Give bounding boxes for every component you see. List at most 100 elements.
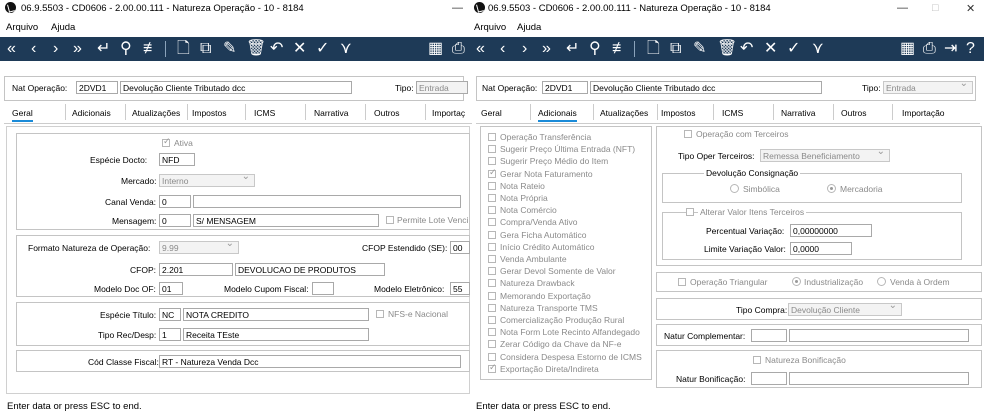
filter-icon[interactable]: ≢ bbox=[143, 38, 159, 60]
enter-icon[interactable]: ↵ bbox=[566, 38, 579, 60]
tab-importacao[interactable]: Importaç bbox=[432, 108, 465, 118]
confirm-all-icon[interactable]: ⋎ bbox=[340, 38, 352, 60]
minimize-button[interactable]: — bbox=[897, 2, 908, 14]
adicionais-checkbox-10[interactable] bbox=[488, 255, 496, 263]
tab-outros[interactable]: Outros bbox=[374, 108, 400, 118]
alterar-valor-checkbox[interactable] bbox=[686, 208, 694, 216]
tab-atualizacoes[interactable]: Atualizações bbox=[132, 108, 180, 118]
cfop-field[interactable]: 2.201 bbox=[159, 263, 233, 276]
natur-bonificacao-code-field[interactable] bbox=[751, 372, 787, 385]
undo-icon[interactable]: ↶ bbox=[270, 38, 283, 60]
menu-ajuda[interactable]: Ajuda bbox=[517, 22, 541, 33]
calculator-icon[interactable]: ▦ bbox=[428, 38, 443, 60]
tab-narrativa[interactable]: Narrativa bbox=[314, 108, 348, 118]
new-icon[interactable]: 🗋 bbox=[647, 38, 660, 60]
natur-complementar-desc-field[interactable] bbox=[789, 329, 969, 342]
mensagem-desc-field[interactable]: S/ MENSAGEM bbox=[193, 214, 379, 227]
first-icon[interactable]: « bbox=[476, 38, 485, 60]
enter-icon[interactable]: ↵ bbox=[97, 38, 110, 60]
adicionais-checkbox-19[interactable] bbox=[488, 362, 497, 373]
prev-icon[interactable]: ‹ bbox=[500, 38, 505, 60]
search-icon[interactable]: ⚲ bbox=[120, 38, 132, 60]
adicionais-checkbox-1[interactable] bbox=[488, 145, 496, 153]
cfop-desc-field[interactable]: DEVOLUCAO DE PRODUTOS bbox=[235, 263, 385, 276]
adicionais-checkbox-5[interactable] bbox=[488, 194, 496, 202]
mensagem-code-field[interactable]: 0 bbox=[159, 214, 191, 227]
venda-ordem-radio[interactable] bbox=[877, 277, 886, 286]
mercado-select[interactable]: Interno bbox=[159, 172, 255, 187]
menu-arquivo[interactable]: Arquivo bbox=[6, 22, 38, 33]
copy-icon[interactable]: ⧉ bbox=[200, 38, 211, 60]
first-icon[interactable]: « bbox=[7, 38, 16, 60]
ativa-checkbox[interactable] bbox=[162, 136, 171, 147]
adicionais-checkbox-2[interactable] bbox=[488, 157, 496, 165]
tab-importacao[interactable]: Importação bbox=[902, 108, 945, 118]
menu-ajuda[interactable]: Ajuda bbox=[51, 22, 75, 33]
adicionais-checkbox-13[interactable] bbox=[488, 292, 496, 300]
confirm-icon[interactable]: ✓ bbox=[787, 38, 800, 60]
adicionais-checkbox-15[interactable] bbox=[488, 316, 496, 324]
edit-icon[interactable]: ✎ bbox=[693, 38, 706, 60]
natur-bonificacao-desc-field[interactable] bbox=[789, 372, 969, 385]
adicionais-checkbox-6[interactable] bbox=[488, 206, 496, 214]
delete-icon[interactable]: 🗑 bbox=[246, 38, 266, 60]
limite-variacao-field[interactable]: 0,0000 bbox=[790, 242, 852, 255]
adicionais-checkbox-14[interactable] bbox=[488, 304, 496, 312]
adicionais-checkbox-3[interactable] bbox=[488, 167, 497, 178]
mercadoria-radio[interactable] bbox=[827, 184, 836, 193]
edit-icon[interactable]: ✎ bbox=[223, 38, 236, 60]
minimize-button[interactable]: — bbox=[452, 2, 463, 14]
calculator-icon[interactable]: ▦ bbox=[900, 38, 915, 60]
adicionais-checkbox-18[interactable] bbox=[488, 353, 496, 361]
tab-adicionais[interactable]: Adicionais bbox=[538, 108, 577, 122]
modelo-doc-field[interactable]: 01 bbox=[159, 282, 183, 295]
nat-operacao-desc-field[interactable]: Devolução Cliente Tributado dcc bbox=[590, 81, 822, 94]
adicionais-checkbox-11[interactable] bbox=[488, 267, 496, 275]
menu-arquivo[interactable]: Arquivo bbox=[474, 22, 506, 33]
natur-complementar-code-field[interactable] bbox=[751, 329, 787, 342]
cod-classe-fiscal-field[interactable]: RT - Natureza Venda Dcc bbox=[159, 355, 461, 368]
filter-icon[interactable]: ≢ bbox=[612, 38, 628, 60]
prev-icon[interactable]: ‹ bbox=[31, 38, 36, 60]
tab-icms[interactable]: ICMS bbox=[254, 108, 275, 118]
help-icon[interactable]: ? bbox=[966, 38, 975, 60]
operacao-terceiros-checkbox[interactable] bbox=[684, 130, 692, 138]
print-icon[interactable]: ⎙ bbox=[452, 38, 465, 60]
canal-venda-field[interactable]: 0 bbox=[159, 195, 191, 208]
especie-titulo-desc-field[interactable]: NOTA CREDITO bbox=[183, 308, 369, 321]
search-icon[interactable]: ⚲ bbox=[589, 38, 601, 60]
permite-lote-checkbox[interactable] bbox=[386, 216, 394, 224]
confirm-icon[interactable]: ✓ bbox=[316, 38, 329, 60]
modelo-eletronico-field[interactable]: 55 bbox=[450, 282, 470, 295]
last-icon[interactable]: » bbox=[73, 38, 82, 60]
tipo-compra-select[interactable]: Devolução Cliente bbox=[788, 301, 902, 316]
operacao-triangular-checkbox[interactable] bbox=[678, 278, 686, 286]
tipo-rec-desc-field[interactable]: Receita TEste bbox=[183, 328, 369, 341]
adicionais-checkbox-0[interactable] bbox=[488, 133, 496, 141]
copy-icon[interactable]: ⧉ bbox=[670, 38, 681, 60]
maximize-button[interactable]: □ bbox=[932, 2, 939, 14]
industrializacao-radio[interactable] bbox=[792, 277, 801, 286]
tab-icms[interactable]: ICMS bbox=[722, 108, 743, 118]
undo-icon[interactable]: ↶ bbox=[740, 38, 753, 60]
natureza-bonificacao-checkbox[interactable] bbox=[753, 356, 761, 364]
tab-adicionais[interactable]: Adicionais bbox=[72, 108, 111, 118]
nfse-nacional-checkbox[interactable] bbox=[376, 310, 384, 318]
tab-outros[interactable]: Outros bbox=[841, 108, 867, 118]
especie-titulo-code-field[interactable]: NC bbox=[159, 308, 181, 321]
canal-venda-desc-field[interactable] bbox=[193, 195, 461, 208]
adicionais-checkbox-9[interactable] bbox=[488, 243, 496, 251]
adicionais-checkbox-12[interactable] bbox=[488, 279, 496, 287]
tab-impostos[interactable]: Impostos bbox=[192, 108, 227, 118]
adicionais-checkbox-8[interactable] bbox=[488, 231, 496, 239]
new-icon[interactable]: 🗋 bbox=[177, 38, 190, 60]
modelo-cupom-field[interactable] bbox=[312, 282, 334, 295]
exit-icon[interactable]: ⇥ bbox=[944, 38, 957, 60]
cancel-icon[interactable]: ✕ bbox=[293, 38, 306, 60]
tab-atualizacoes[interactable]: Atualizações bbox=[600, 108, 648, 118]
tipo-select[interactable]: Entrada bbox=[883, 79, 973, 94]
next-icon[interactable]: › bbox=[53, 38, 58, 60]
nat-operacao-desc-field[interactable]: Devolução Cliente Tributado dcc bbox=[120, 81, 352, 94]
adicionais-checkbox-7[interactable] bbox=[488, 218, 496, 226]
especie-docto-field[interactable]: NFD bbox=[159, 153, 195, 166]
